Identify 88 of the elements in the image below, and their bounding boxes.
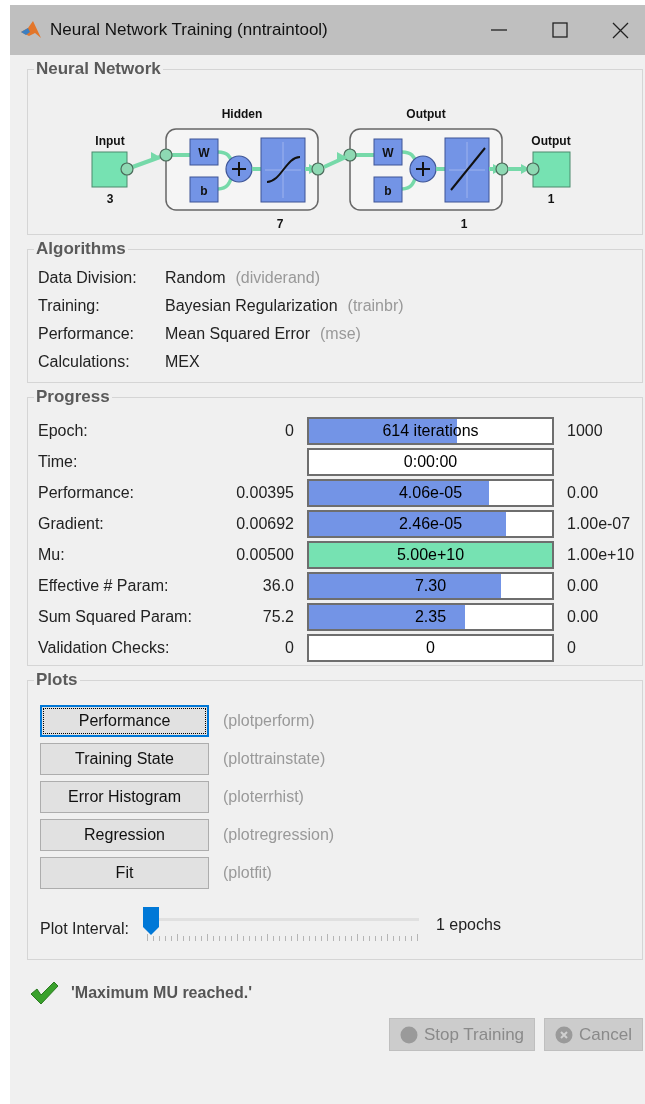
- plot-button[interactable]: Fit: [40, 857, 209, 889]
- port-dot: [343, 148, 357, 162]
- layer-name: Hidden: [221, 107, 263, 121]
- output-size: 1: [547, 192, 555, 206]
- stop-icon: [399, 1025, 418, 1044]
- checkmark-icon: [29, 980, 59, 1006]
- algorithm-label: Performance:: [38, 324, 136, 344]
- start-value: 0.00395: [236, 482, 294, 503]
- function-name: (mse): [319, 324, 361, 344]
- algorithm-value: Random: [165, 268, 226, 288]
- function-name: (plottrainstate): [223, 749, 326, 769]
- bias-label: b: [200, 184, 208, 198]
- progress-label: Epoch:: [38, 420, 89, 441]
- input-label: Input: [95, 134, 125, 148]
- progress-reading: 5.00e+10: [395, 544, 466, 565]
- layer-name: Output: [406, 107, 446, 121]
- progress-label: Gradient:: [38, 513, 105, 534]
- start-value: 0: [285, 420, 294, 441]
- input-node: [91, 151, 128, 188]
- weight-label: W: [382, 146, 394, 160]
- port-dot: [526, 162, 540, 176]
- port-dot: [159, 148, 173, 162]
- maximize-icon[interactable]: [552, 22, 568, 38]
- weight-label: W: [198, 146, 210, 160]
- port-dot: [311, 162, 325, 176]
- curved-connector: [401, 150, 418, 191]
- transfer-function-block: [260, 137, 306, 203]
- end-value: 1000: [567, 420, 603, 441]
- connector-arrow: [323, 152, 347, 169]
- output-node: [532, 151, 571, 188]
- plot-interval-slider[interactable]: [142, 907, 419, 943]
- input-size: 3: [106, 192, 114, 206]
- progress-reading: 4.06e-05: [397, 482, 464, 503]
- curved-connector: [217, 150, 234, 191]
- port-dot: [120, 162, 134, 176]
- algorithm-value: MEX: [165, 352, 200, 372]
- function-name: (plotregression): [223, 825, 335, 845]
- window-title: Neural Network Training (nntraintool): [50, 19, 328, 42]
- slider-label: Plot Interval:: [40, 919, 129, 939]
- sum-icon: [225, 155, 253, 183]
- logo-icon: [20, 19, 42, 41]
- algorithm-label: Calculations:: [38, 352, 131, 372]
- algorithm-value: Mean Squared Error: [165, 324, 310, 344]
- progress-reading: 7.30: [413, 575, 448, 596]
- progress-label: Mu:: [38, 544, 66, 565]
- start-value: 0: [285, 637, 294, 658]
- progress-reading: 2.35: [413, 606, 448, 627]
- connector-arrow: [508, 164, 530, 174]
- start-value: 36.0: [262, 575, 294, 596]
- function-name: (dividerand): [235, 268, 320, 288]
- algorithm-label: Training:: [38, 296, 101, 316]
- end-value: 0.00: [567, 575, 599, 596]
- sum-icon: [409, 155, 437, 183]
- slider-reading: 1 epochs: [435, 915, 501, 935]
- progress-label: Sum Squared Param:: [38, 606, 193, 627]
- end-value: 0.00: [567, 606, 599, 627]
- plot-button[interactable]: Training State: [40, 743, 209, 775]
- close-icon[interactable]: [612, 21, 629, 39]
- start-value: 75.2: [262, 606, 294, 627]
- end-value: 0: [567, 637, 576, 658]
- end-value: 1.00e-07: [567, 513, 631, 534]
- slider-thumb[interactable]: [142, 907, 159, 935]
- layer-size: 7: [276, 217, 284, 231]
- output-label: Output: [531, 134, 571, 148]
- plot-button[interactable]: Performance: [40, 705, 209, 737]
- function-name: (ploterrhist): [223, 787, 304, 807]
- function-name: (plotperform): [223, 711, 315, 731]
- end-value: 0.00: [567, 482, 599, 503]
- progress-label: Time:: [38, 451, 79, 472]
- algorithm-label: Data Division:: [38, 268, 138, 288]
- start-value: 0.00692: [236, 513, 294, 534]
- transfer-function-block: [444, 137, 490, 203]
- layer-size: 1: [460, 217, 468, 231]
- port-dot: [495, 162, 509, 176]
- bias-label: b: [384, 184, 392, 198]
- plot-button[interactable]: Regression: [40, 819, 209, 851]
- progress-label: Effective # Param:: [38, 575, 170, 596]
- function-name: (trainbr): [347, 296, 404, 316]
- progress-label: Validation Checks:: [38, 637, 171, 658]
- progress-label: Performance:: [38, 482, 136, 503]
- cancel-icon: [555, 1025, 574, 1044]
- status-message: 'Maximum MU reached.': [71, 983, 252, 1003]
- progress-reading: 2.46e-05: [397, 513, 464, 534]
- plot-button[interactable]: Error Histogram: [40, 781, 209, 813]
- start-value: 0.00500: [236, 544, 294, 565]
- algorithm-value: Bayesian Regularization: [165, 296, 338, 316]
- end-value: 1.00e+10: [567, 544, 635, 565]
- function-name: (plotfit): [223, 863, 272, 883]
